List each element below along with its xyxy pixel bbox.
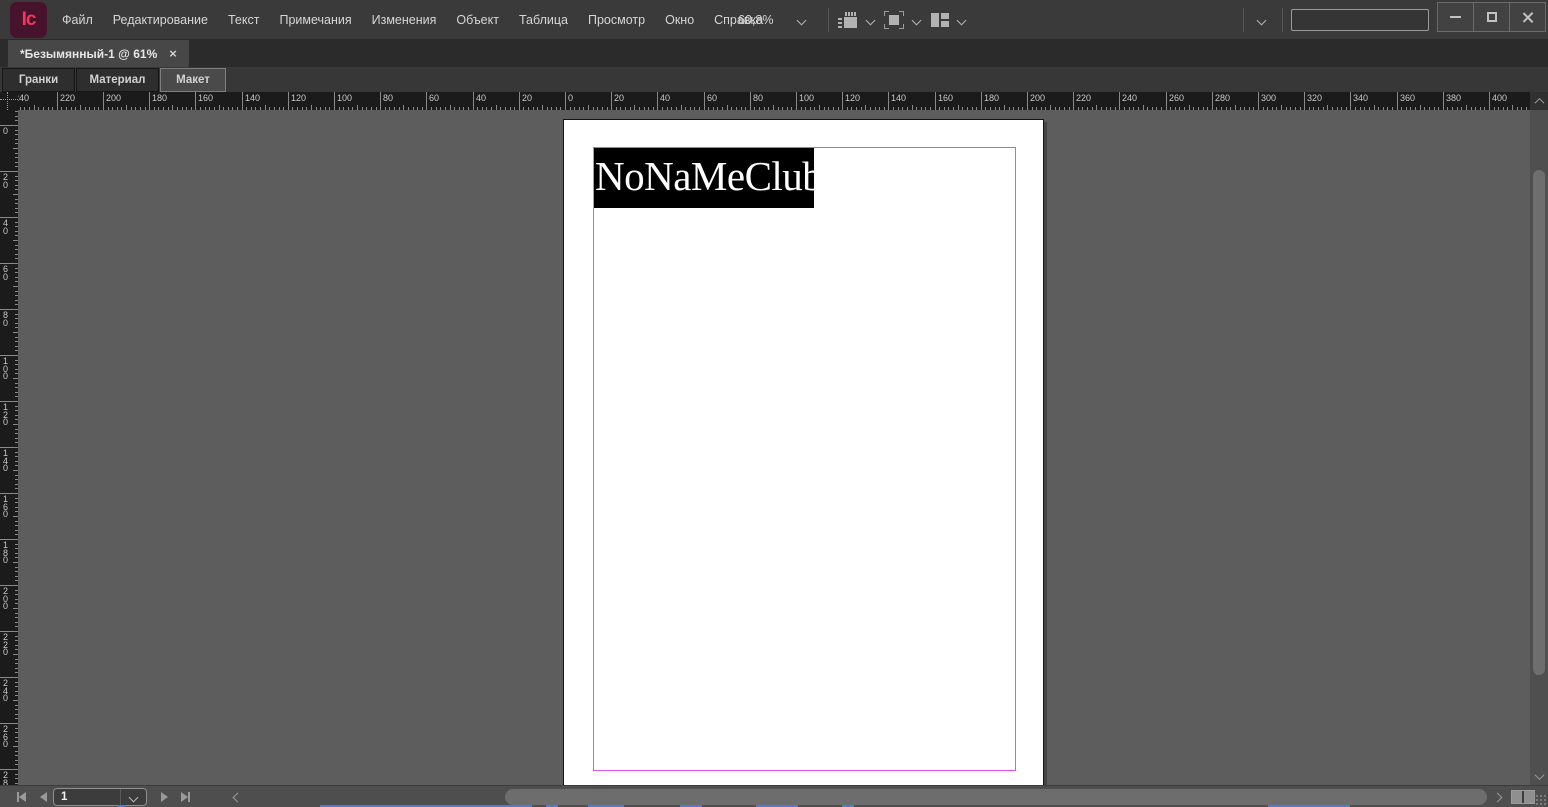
horizontal-ruler[interactable]: 2402202001801601401201008060402002040608…: [0, 92, 1530, 110]
menu-notes[interactable]: Примечания: [269, 0, 361, 40]
scroll-left-button[interactable]: [230, 789, 244, 805]
menu-edit[interactable]: Редактирование: [103, 0, 218, 40]
window-controls: [1438, 2, 1546, 32]
toolbar-separator: [828, 8, 829, 32]
chevron-down-icon[interactable]: [866, 16, 875, 25]
vertical-ruler[interactable]: 02 04 06 08 01 0 01 2 01 4 01 6 01 8 02 …: [0, 110, 18, 785]
maximize-icon: [1487, 12, 1497, 22]
page-number-combobox[interactable]: 1: [53, 788, 147, 806]
tab-galley[interactable]: Гранки: [2, 68, 75, 92]
menu-table[interactable]: Таблица: [509, 0, 578, 40]
scroll-down-button[interactable]: [1530, 767, 1548, 785]
tab-layout[interactable]: Макет: [160, 68, 226, 92]
minimize-button[interactable]: [1437, 2, 1474, 32]
window-resize-grip[interactable]: [1535, 794, 1547, 806]
title-bar: Ic Файл Редактирование Текст Примечания …: [0, 0, 1548, 40]
menu-file[interactable]: Файл: [52, 0, 103, 40]
search-input[interactable]: [1291, 9, 1429, 31]
page-number-dropdown[interactable]: [120, 789, 146, 805]
pasteboard[interactable]: NoNaMeClub: [18, 110, 1530, 785]
next-page-button[interactable]: [155, 789, 173, 805]
toolbar-separator: [1282, 8, 1283, 32]
document-tab[interactable]: *Безымянный-1 @ 61% ×: [8, 40, 189, 67]
first-page-button[interactable]: [12, 789, 30, 805]
margin-guide: [593, 147, 1016, 771]
vertical-scrollbar[interactable]: [1530, 92, 1548, 785]
chevron-down-icon[interactable]: [957, 16, 966, 25]
horizontal-scrollbar-thumb[interactable]: [505, 789, 1487, 805]
text-frame-content[interactable]: NoNaMeClub: [594, 148, 814, 205]
document-tab-title: *Безымянный-1 @ 61%: [20, 47, 157, 61]
view-tab-bar: Гранки Материал Макет: [0, 67, 1548, 92]
spread-view-icon[interactable]: [1511, 790, 1535, 804]
zoom-level-dropdown[interactable]: 60,8%: [738, 0, 806, 40]
close-tab-icon[interactable]: ×: [169, 46, 177, 61]
scroll-right-button[interactable]: [1490, 789, 1504, 805]
status-bar: 1: [0, 785, 1548, 807]
workspace-control[interactable]: [931, 0, 966, 40]
page-number-value[interactable]: 1: [54, 791, 120, 803]
zoom-level-value: 60,8%: [738, 13, 773, 27]
chevron-down-icon: [129, 793, 138, 802]
menu-changes[interactable]: Изменения: [362, 0, 447, 40]
text-frame[interactable]: NoNaMeClub: [593, 148, 814, 208]
menu-window[interactable]: Окно: [655, 0, 704, 40]
screen-mode-icon[interactable]: [884, 11, 904, 29]
menu-text[interactable]: Текст: [218, 0, 269, 40]
chevron-down-icon[interactable]: [912, 16, 921, 25]
close-icon: [1522, 11, 1534, 23]
ruler-origin-box[interactable]: [0, 92, 18, 110]
tab-story[interactable]: Материал: [76, 68, 159, 92]
chevron-down-icon[interactable]: [797, 16, 806, 25]
menu-view[interactable]: Просмотр: [578, 0, 655, 40]
chevron-up-icon: [1536, 98, 1543, 105]
workspace-icon[interactable]: [931, 13, 949, 27]
vertical-scrollbar-thumb[interactable]: [1533, 170, 1545, 675]
last-page-button[interactable]: [176, 789, 194, 805]
minimize-icon: [1450, 16, 1461, 18]
toolbar-separator: [1243, 8, 1244, 32]
chevron-down-icon[interactable]: [1257, 16, 1266, 25]
scroll-up-button[interactable]: [1530, 92, 1548, 110]
panel-dropdown[interactable]: [1257, 0, 1266, 40]
menu-bar: Файл Редактирование Текст Примечания Изм…: [52, 0, 773, 40]
close-button[interactable]: [1509, 2, 1546, 32]
screen-mode-control[interactable]: [884, 0, 921, 40]
view-options-icon[interactable]: [838, 11, 858, 29]
view-options-control[interactable]: [838, 0, 875, 40]
incopy-logo-icon: Ic: [10, 2, 47, 38]
menu-object[interactable]: Объект: [446, 0, 509, 40]
maximize-button[interactable]: [1473, 2, 1510, 32]
chevron-down-icon: [1536, 773, 1543, 780]
page[interactable]: NoNaMeClub: [563, 119, 1044, 785]
document-tab-bar: *Безымянный-1 @ 61% ×: [0, 40, 1548, 67]
previous-page-button[interactable]: [34, 789, 52, 805]
